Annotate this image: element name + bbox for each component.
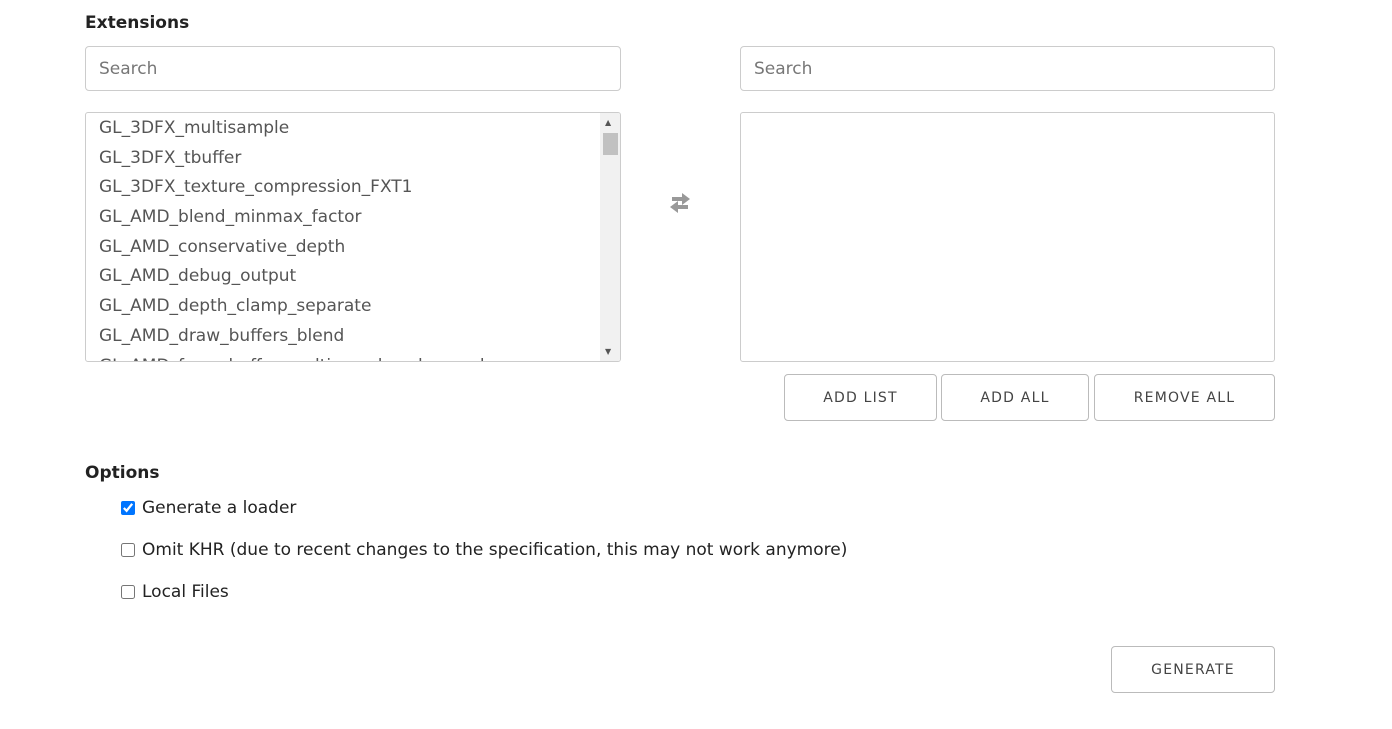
option-generate-loader[interactable]: Generate a loader (121, 498, 296, 518)
extension-option[interactable]: GL_3DFX_tbuffer (86, 144, 620, 174)
available-search-input[interactable] (85, 46, 621, 91)
option-local-files[interactable]: Local Files (121, 582, 229, 602)
scroll-up-icon[interactable]: ▲ (605, 118, 611, 127)
extension-option[interactable]: GL_AMD_framebuffer_multisample_advanced (86, 352, 620, 362)
extension-option[interactable]: GL_3DFX_texture_compression_FXT1 (86, 173, 620, 203)
add-list-button[interactable]: ADD LIST (784, 374, 937, 421)
extension-option[interactable]: GL_AMD_conservative_depth (86, 233, 620, 263)
option-omit-khr[interactable]: Omit KHR (due to recent changes to the s… (121, 540, 847, 560)
selected-extensions-list[interactable] (740, 112, 1275, 362)
available-extensions-list[interactable]: GL_3DFX_multisample GL_3DFX_tbuffer GL_3DF… (85, 112, 621, 362)
generate-button[interactable]: GENERATE (1111, 646, 1275, 693)
extension-option[interactable]: GL_AMD_debug_output (86, 262, 620, 292)
options-heading: Options (85, 463, 160, 483)
extension-option[interactable]: GL_AMD_depth_clamp_separate (86, 292, 620, 322)
option-label: Generate a loader (142, 498, 297, 518)
remove-all-button[interactable]: REMOVE ALL (1094, 374, 1275, 421)
extensions-heading: Extensions (85, 13, 190, 33)
omit-khr-checkbox[interactable] (121, 543, 135, 557)
scrollbar-thumb[interactable] (603, 133, 618, 155)
extension-option[interactable]: GL_3DFX_multisample (86, 114, 620, 144)
swap-arrows-icon[interactable] (666, 192, 694, 218)
extension-option[interactable]: GL_AMD_blend_minmax_factor (86, 203, 620, 233)
add-all-button[interactable]: ADD ALL (941, 374, 1089, 421)
scrollbar[interactable]: ▲ ▼ (600, 113, 620, 361)
scroll-down-icon[interactable]: ▼ (605, 347, 611, 356)
local-files-checkbox[interactable] (121, 585, 135, 599)
option-label: Omit KHR (due to recent changes to the s… (142, 540, 848, 560)
option-label: Local Files (142, 582, 229, 602)
generate-loader-checkbox[interactable] (121, 501, 135, 515)
extension-option[interactable]: GL_AMD_draw_buffers_blend (86, 322, 620, 352)
selected-search-input[interactable] (740, 46, 1275, 91)
